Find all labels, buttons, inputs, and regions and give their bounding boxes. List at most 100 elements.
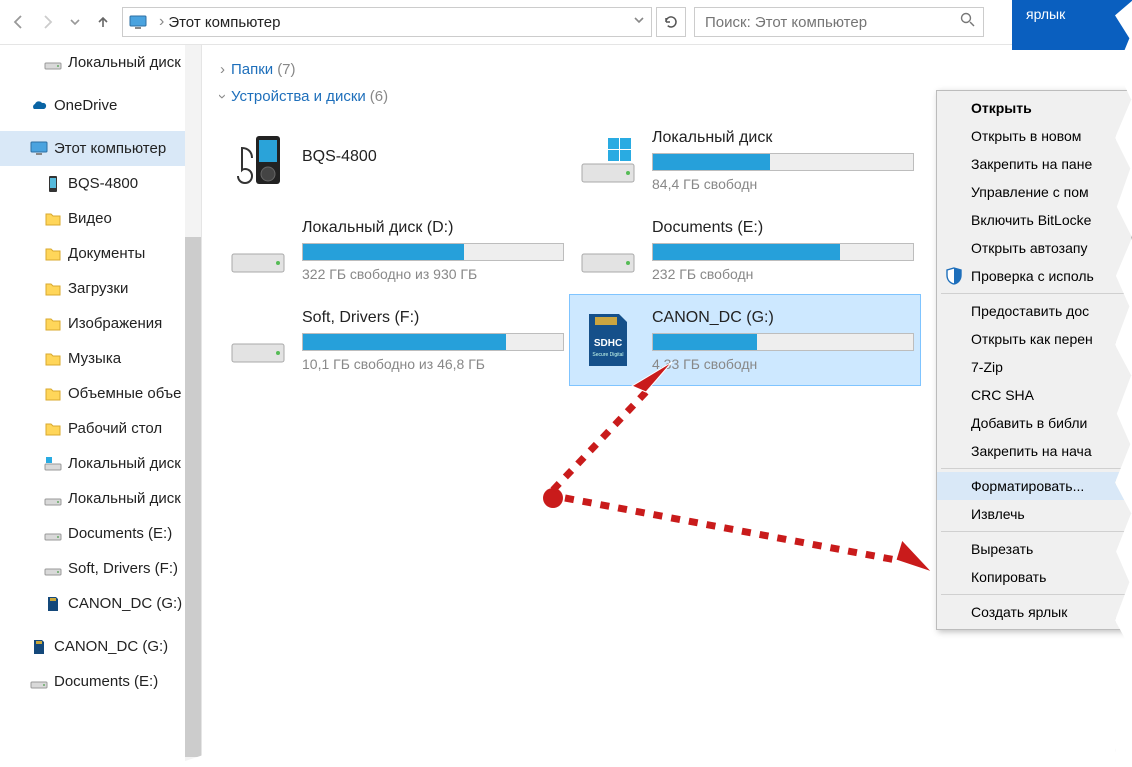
search-box[interactable]	[694, 7, 984, 37]
shield-icon	[945, 267, 963, 285]
tree-item[interactable]: Soft, Drivers (F:)	[0, 551, 201, 586]
menu-item-label: CRC SHA	[971, 387, 1034, 403]
usage-bar	[302, 333, 564, 351]
menu-item[interactable]: Извлечь	[937, 500, 1131, 528]
tree-item-label: Музыка	[68, 350, 121, 367]
menu-item-label: Включить BitLocke	[971, 212, 1091, 228]
hdd-icon	[44, 525, 62, 543]
menu-item[interactable]: Закрепить на пане	[937, 150, 1131, 178]
back-button[interactable]	[6, 9, 32, 35]
tree-item-label: Изображения	[68, 315, 162, 332]
breadcrumb-current[interactable]: Этот компьютер	[168, 14, 280, 31]
tree-item[interactable]: CANON_DC (G:)	[0, 586, 201, 621]
menu-item[interactable]: Закрепить на нача	[937, 437, 1131, 465]
menu-item[interactable]: Создать ярлык	[937, 598, 1131, 626]
drive-name: CANON_DC (G:)	[652, 309, 914, 327]
drive-item[interactable]: Soft, Drivers (F:) 10,1 ГБ свободно из 4…	[220, 295, 570, 385]
onedrive-icon	[30, 97, 48, 115]
menu-item[interactable]: Управление с пом	[937, 178, 1131, 206]
search-icon[interactable]	[960, 12, 975, 32]
breadcrumb-dropdown[interactable]	[633, 13, 645, 31]
drive-item[interactable]: Локальный диск (D:) 322 ГБ свободно из 9…	[220, 205, 570, 295]
tree-item[interactable]: Локальный диск	[0, 446, 201, 481]
menu-item[interactable]: Открыть	[937, 94, 1131, 122]
tree-item[interactable]: Документы	[0, 236, 201, 271]
breadcrumb-bar[interactable]: › Этот компьютер	[122, 7, 652, 37]
menu-item[interactable]: CRC SHA	[937, 381, 1131, 409]
menu-item[interactable]: Вырезать	[937, 535, 1131, 563]
menu-separator	[941, 293, 1127, 294]
hdd-icon	[44, 54, 62, 72]
tree-item[interactable]: Загрузки	[0, 271, 201, 306]
svg-text:SDHC: SDHC	[594, 338, 622, 349]
menu-item[interactable]: Проверка с исполь	[937, 262, 1131, 290]
history-dropdown[interactable]	[62, 9, 88, 35]
menu-item-label: Открыть	[971, 100, 1032, 116]
menu-item[interactable]: Включить BitLocke	[937, 206, 1131, 234]
tree-item-label: Документы	[68, 245, 145, 262]
tree-item-label: OneDrive	[54, 97, 117, 114]
tree-item[interactable]: Этот компьютер	[0, 131, 201, 166]
menu-item-label: Добавить в библи	[971, 415, 1087, 431]
menu-item[interactable]: Добавить в библи	[937, 409, 1131, 437]
menu-item[interactable]: Копировать	[937, 563, 1131, 591]
tree-item[interactable]: OneDrive	[0, 88, 201, 123]
group-folders[interactable]: › Папки (7)	[220, 61, 1120, 78]
folder-video-icon	[44, 210, 62, 228]
menu-item-label: Открыть автозапу	[971, 240, 1087, 256]
tree-item[interactable]: Видео	[0, 201, 201, 236]
drive-free-text: 4,33 ГБ свободн	[652, 356, 914, 372]
usage-bar	[652, 333, 914, 351]
tree-item-label: BQS-4800	[68, 175, 138, 192]
folder-dl-icon	[44, 280, 62, 298]
tree-item[interactable]: BQS-4800	[0, 166, 201, 201]
forward-button[interactable]	[34, 9, 60, 35]
folder-img-icon	[44, 315, 62, 333]
drive-item[interactable]: BQS-4800	[220, 115, 570, 205]
drive-item[interactable]: Локальный диск 84,4 ГБ свободн	[570, 115, 920, 205]
sd-icon	[30, 638, 48, 656]
search-input[interactable]	[703, 13, 960, 32]
hdd-icon	[226, 218, 290, 282]
sd-icon: SDHC Secure Digital	[576, 308, 640, 372]
tree-item[interactable]: CANON_DC (G:)	[0, 629, 201, 664]
tree-item[interactable]: Локальный диск	[0, 481, 201, 516]
tree-item-label: Локальный диск	[68, 490, 181, 507]
tree-item[interactable]: Documents (E:)	[0, 516, 201, 551]
mp3-icon	[226, 128, 290, 192]
tree-item[interactable]: Рабочий стол	[0, 411, 201, 446]
up-button[interactable]	[90, 9, 116, 35]
menu-item[interactable]: Открыть автозапу	[937, 234, 1131, 262]
tree-item[interactable]: Изображения	[0, 306, 201, 341]
tree-item[interactable]: Музыка	[0, 341, 201, 376]
menu-item-label: Извлечь	[971, 506, 1025, 522]
menu-item-label: Вырезать	[971, 541, 1033, 557]
menu-item[interactable]: 7-Zip	[937, 353, 1131, 381]
sd-icon	[44, 595, 62, 613]
drive-item[interactable]: SDHC Secure Digital CANON_DC (G:) 4,33 ГБ…	[570, 295, 920, 385]
tree-item[interactable]: Объемные объе	[0, 376, 201, 411]
titlebar-remnant: ярлык	[1012, 0, 1132, 50]
menu-item[interactable]: Форматировать...	[937, 472, 1131, 500]
tree-item-label: Этот компьютер	[54, 140, 166, 157]
drive-name: Documents (E:)	[652, 219, 914, 237]
chevron-down-icon: ›	[214, 94, 231, 99]
nav-tree: Локальный диск OneDrive Этот компьютер BQS-…	[0, 45, 202, 766]
drive-item[interactable]: Documents (E:) 232 ГБ свободн	[570, 205, 920, 295]
usage-bar	[652, 153, 914, 171]
tree-item-label: CANON_DC (G:)	[54, 638, 168, 655]
hdd-icon	[576, 218, 640, 282]
menu-item[interactable]: Предоставить дос	[937, 297, 1131, 325]
menu-item-label: Создать ярлык	[971, 604, 1067, 620]
sidebar-scrollbar[interactable]	[185, 45, 201, 766]
menu-item[interactable]: Открыть как перен	[937, 325, 1131, 353]
tree-item[interactable]: Локальный диск	[0, 45, 201, 80]
menu-item-label: Проверка с исполь	[971, 268, 1094, 284]
hdd-win-icon	[576, 128, 640, 192]
menu-item[interactable]: Открыть в новом	[937, 122, 1131, 150]
refresh-button[interactable]	[656, 7, 686, 37]
tree-item[interactable]: Documents (E:)	[0, 664, 201, 699]
menu-item-label: Предоставить дос	[971, 303, 1089, 319]
svg-text:Secure Digital: Secure Digital	[592, 352, 623, 358]
address-bar: › Этот компьютер	[0, 0, 1132, 45]
